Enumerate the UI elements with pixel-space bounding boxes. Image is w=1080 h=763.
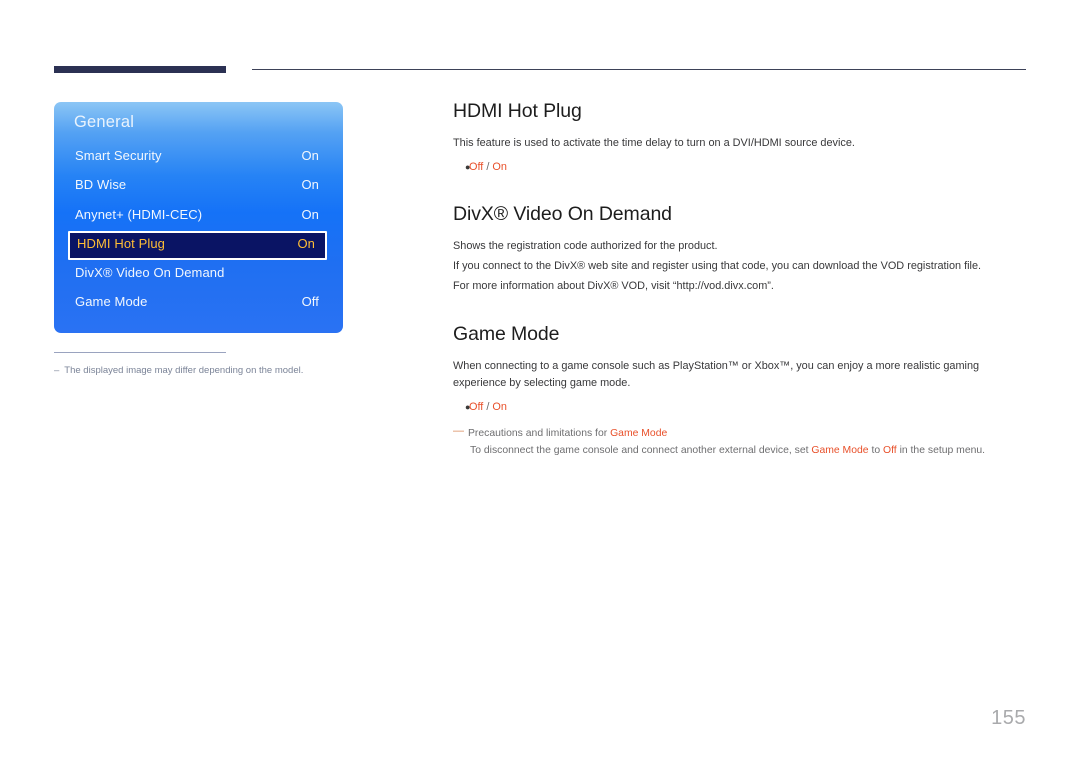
osd-item-value: On [301,148,319,163]
option-off: Off [469,161,484,173]
bullet-dot-icon: ● [465,402,471,412]
footnote-separator [54,352,226,353]
osd-menu-title: General [74,113,135,131]
osd-menu-item-anynet-hdmi-cec[interactable]: Anynet+ (HDMI-CEC) On [54,202,343,231]
osd-item-label: Game Mode [75,294,148,310]
osd-item-value: On [301,206,319,222]
section-paragraph: When connecting to a game console such a… [453,360,980,389]
osd-menu-item-game-mode[interactable]: Game Mode Off [54,289,343,318]
note-accent-game-mode: Game Mode [610,428,668,439]
content-column: HDMI Hot Plug This feature is used to ac… [453,100,1026,459]
section-paragraph: For more information about DivX® VOD, vi… [453,280,774,292]
osd-item-label: BD Wise [75,177,127,193]
footnote-text: The displayed image may differ depending… [64,365,304,376]
section-title-hdmi-hot-plug: HDMI Hot Plug [453,100,582,122]
osd-item-label: HDMI Hot Plug [77,235,165,251]
note-accent-game-mode-2: Game Mode [811,445,869,456]
precautions-note-heading: — Precautions and limitations for Game M… [453,426,1026,442]
image-footnote: – The displayed image may differ dependi… [54,352,354,377]
osd-item-value: On [297,235,315,251]
page-number: 155 [991,707,1026,729]
bullet-dot-icon: ● [465,162,471,172]
precautions-note-heading-text: Precautions and limitations for Game Mod… [468,426,667,442]
osd-menu-item-smart-security[interactable]: Smart Security On [54,143,343,172]
option-on: On [492,161,507,173]
osd-menu-item-hdmi-hot-plug-selected[interactable]: HDMI Hot Plug On [68,230,327,260]
osd-item-value: Off [301,294,319,310]
osd-item-label: Anynet+ (HDMI-CEC) [75,206,203,222]
option-off: Off [469,401,484,413]
osd-menu-list: Smart Security On BD Wise On Anynet+ (HD… [54,143,343,318]
option-values: Off / On [469,399,507,415]
osd-menu-panel: General Smart Security On BD Wise On Any… [54,102,343,333]
note-dash-icon: — [453,425,464,437]
note-prefix: Precautions and limitations for [468,428,611,439]
option-bullet-game-mode: ● Off / On [453,399,1026,415]
section-title-game-mode: Game Mode [453,323,560,345]
section-paragraph: This feature is used to activate the tim… [453,137,855,149]
section-title-divx-video-on-demand: DivX® Video On Demand [453,203,672,225]
note-accent-off: Off [883,445,897,456]
osd-item-label: DivX® Video On Demand [75,264,225,280]
option-values: Off / On [469,159,507,175]
note-body-b: to [868,445,884,456]
header-rule-thick [54,66,226,73]
osd-item-label: Smart Security [75,148,162,163]
note-body-a: To disconnect the game console and conne… [470,445,812,456]
note-body-c: in the setup menu. [896,445,986,456]
osd-item-value: On [301,177,319,193]
page-header-rules [54,66,1026,76]
option-on: On [492,401,507,413]
precautions-note-body: To disconnect the game console and conne… [470,443,1026,459]
footnote-row: – The displayed image may differ dependi… [54,364,354,377]
precautions-note: — Precautions and limitations for Game M… [453,426,1026,459]
osd-menu-item-bd-wise[interactable]: BD Wise On [54,172,343,201]
section-paragraph: If you connect to the DivX® web site and… [453,260,982,272]
footnote-dash-icon: – [54,365,60,376]
section-paragraph: Shows the registration code authorized f… [453,240,718,252]
osd-menu-item-divx-video-on-demand[interactable]: DivX® Video On Demand [54,260,343,289]
option-bullet-hdmi-hot-plug: ● Off / On [453,159,1026,175]
header-rule-thin [252,69,1026,70]
